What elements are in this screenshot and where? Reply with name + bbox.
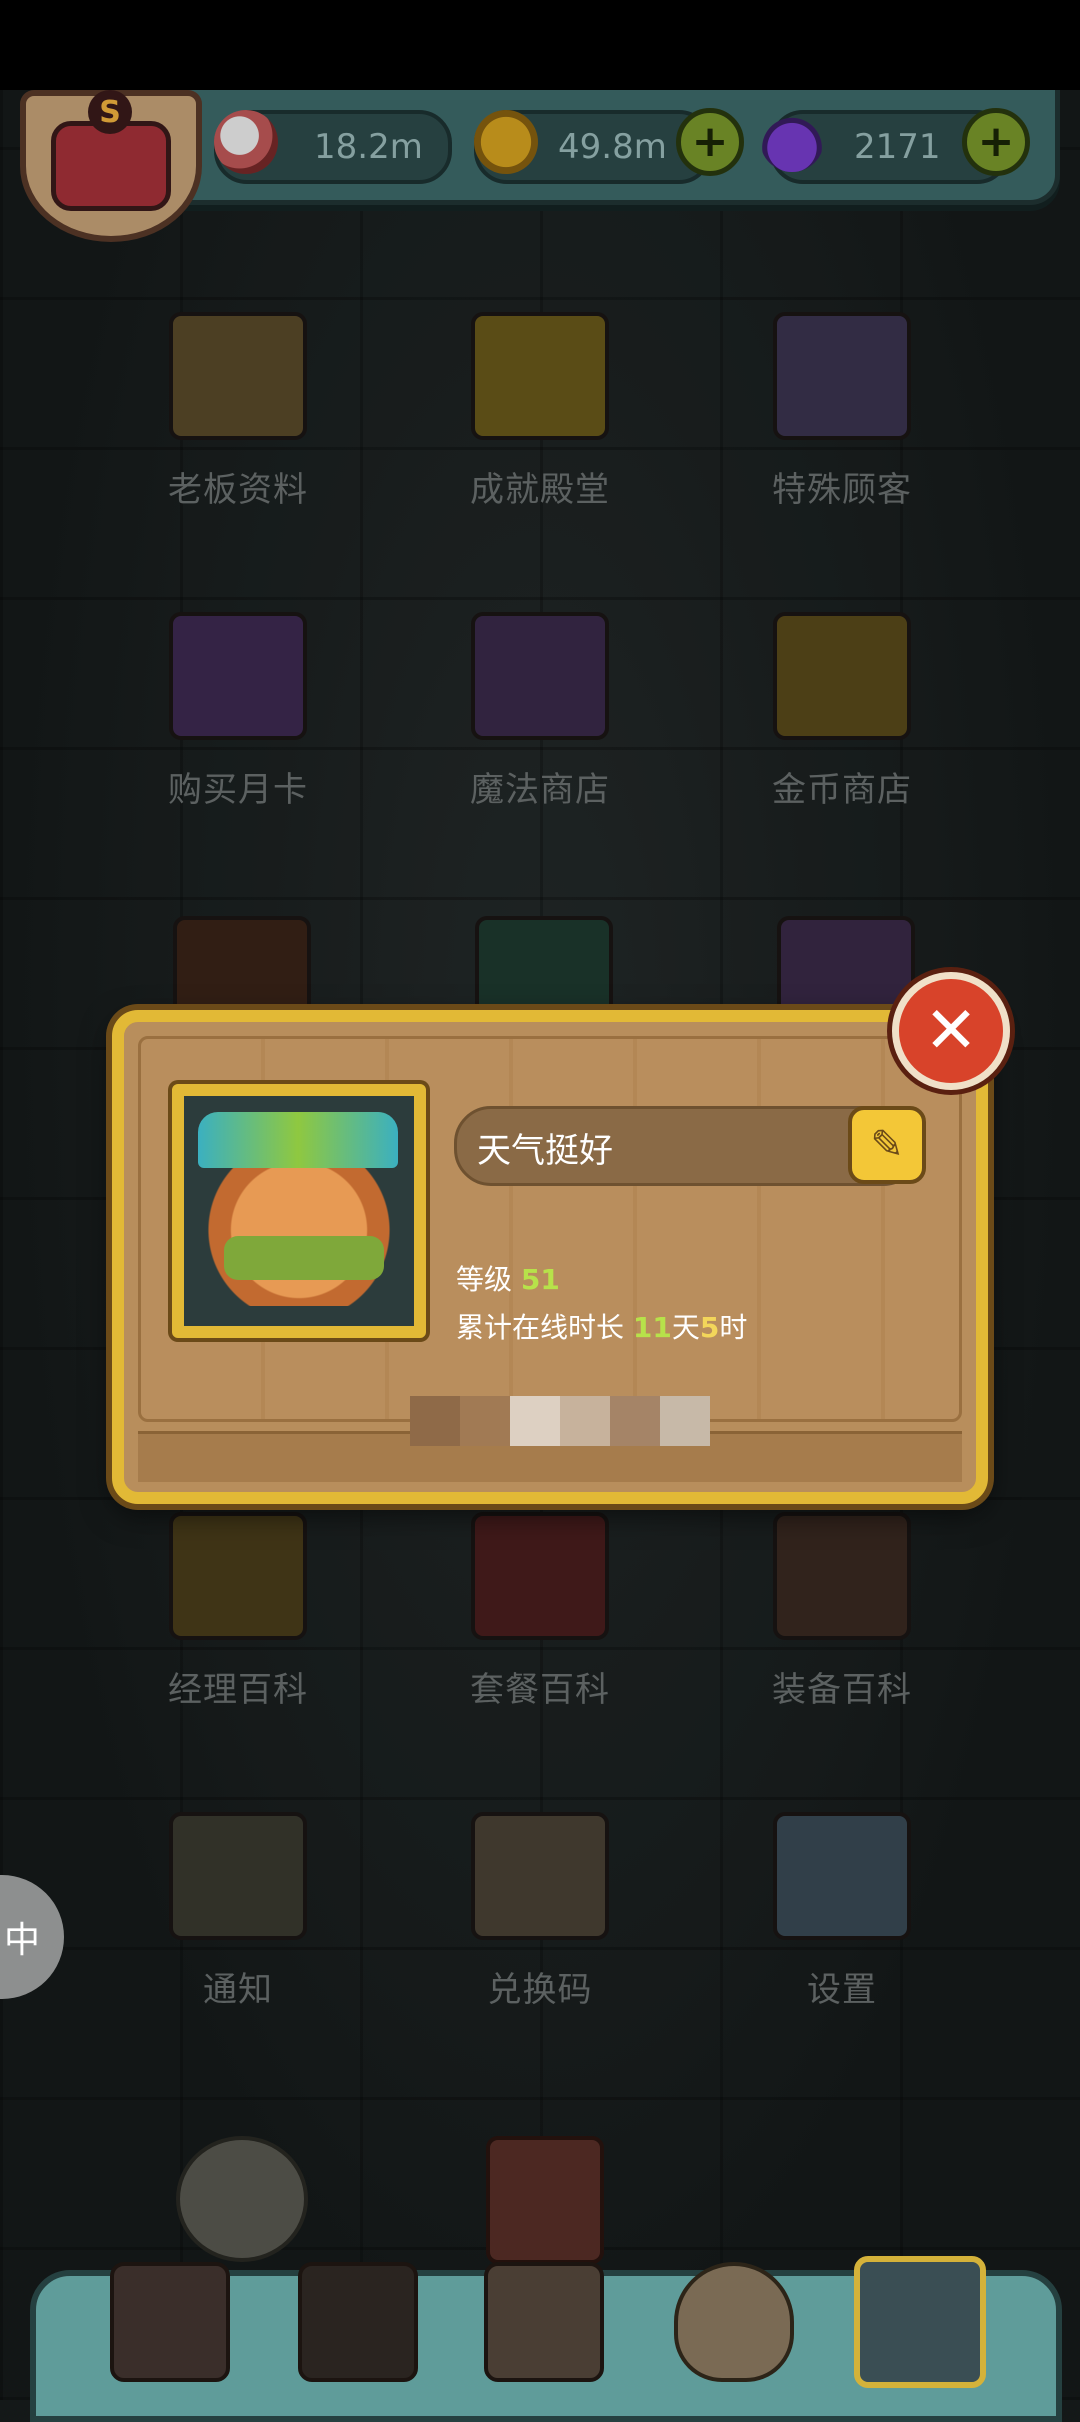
online-days: 11 — [632, 1311, 672, 1344]
floating-tab-label: 中 — [3, 1920, 40, 1961]
pencil-icon: ✎ — [870, 1122, 904, 1168]
day-unit: 天 — [671, 1311, 700, 1344]
hat-icon — [198, 1112, 398, 1168]
online-hours: 5 — [699, 1311, 720, 1344]
status-bar — [0, 0, 1080, 90]
online-time-label: 累计在线时长 — [456, 1311, 625, 1344]
online-time-row: 累计在线时长 11天5时 — [456, 1306, 747, 1346]
restaurant-icon[interactable] — [110, 2262, 230, 2382]
monster-icon[interactable] — [298, 2262, 418, 2382]
profile-dialog: 天气挺好 ✎ 等级 51 累计在线时长 11天5时 — [112, 1010, 988, 1504]
hour-unit: 时 — [719, 1311, 748, 1344]
scarf-icon — [224, 1236, 384, 1280]
close-button[interactable]: ✕ — [892, 972, 1010, 1090]
money-bag-icon[interactable] — [674, 2262, 794, 2382]
level-row: 等级 51 — [456, 1258, 560, 1298]
player-portrait[interactable] — [172, 1084, 426, 1338]
close-icon: ✕ — [924, 994, 978, 1068]
player-name: 天气挺好 — [477, 1131, 613, 1171]
level-value: 51 — [520, 1263, 560, 1296]
blurred-id — [410, 1396, 710, 1446]
book-icon[interactable] — [484, 2262, 604, 2382]
edit-name-button[interactable]: ✎ — [848, 1106, 926, 1184]
level-label: 等级 — [456, 1263, 513, 1296]
grid-menu-icon[interactable] — [854, 2256, 986, 2388]
